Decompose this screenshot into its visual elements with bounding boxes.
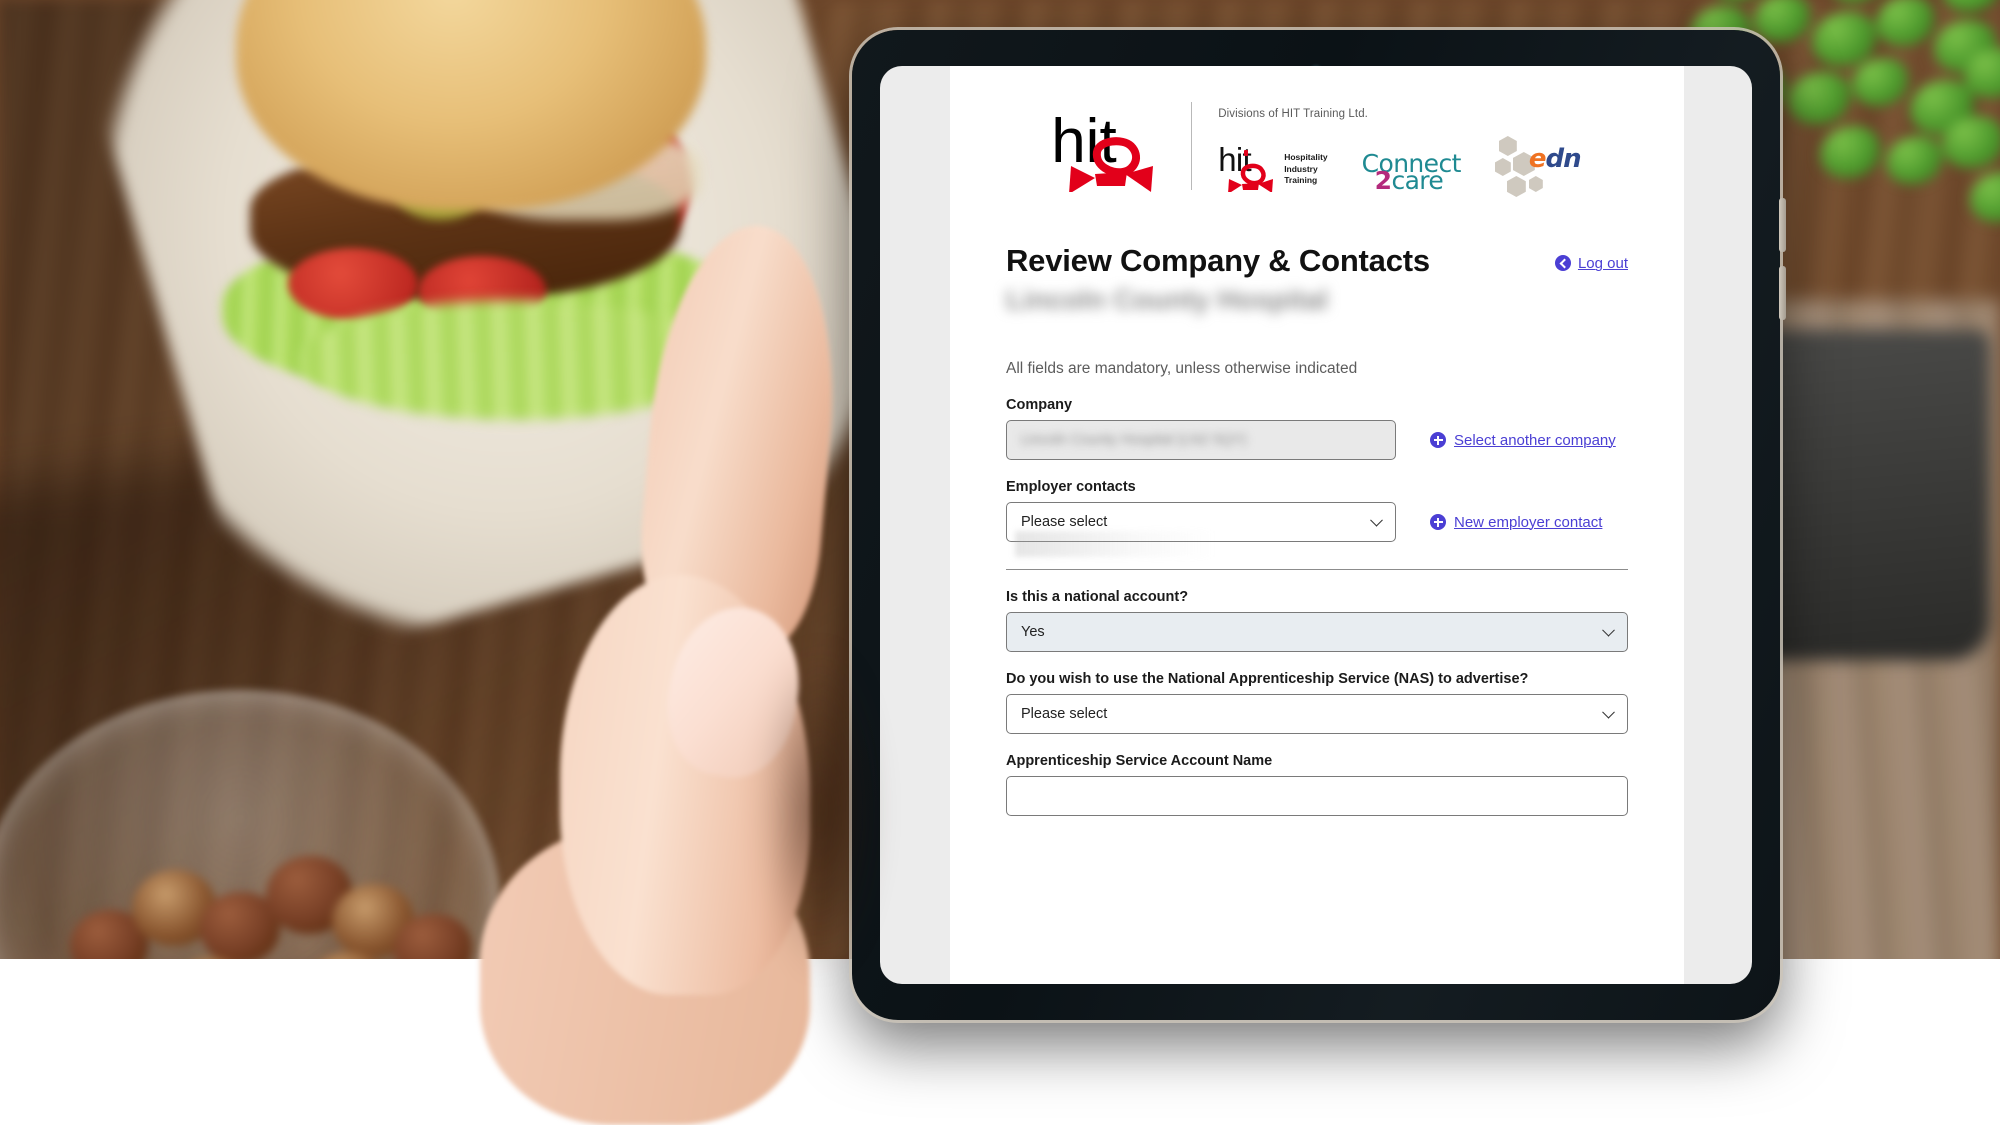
section-divider	[1006, 569, 1628, 570]
edn-hexagon-icon	[1495, 158, 1511, 176]
employer-contacts-field-block: Employer contacts Please select New empl…	[1006, 479, 1628, 542]
divisions-label: Divisions of HIT Training Ltd.	[1218, 108, 1583, 120]
logout-link[interactable]: Log out	[1555, 255, 1628, 272]
connect2care-logo: Connect 2care	[1362, 153, 1461, 192]
brand-logo-row: hit Hospitality	[1218, 132, 1583, 192]
edn-hexagon-icon	[1499, 136, 1517, 156]
new-employer-contact-link[interactable]: New employer contact	[1430, 514, 1602, 531]
employer-contacts-label: Employer contacts	[1006, 479, 1628, 495]
connect2care-part-2: 2	[1375, 166, 1392, 195]
hit-logo-bowtie-icon	[1051, 100, 1169, 192]
company-value-redacted: Lincoln County Hospital (LN2 5QY)	[1021, 432, 1247, 448]
connect2care-part-3: care	[1391, 166, 1443, 195]
hit-tagline-line-2: Industry	[1284, 164, 1327, 175]
employer-contacts-field-row: Please select New employer contact	[1006, 502, 1628, 542]
select-another-company-link[interactable]: Select another company	[1430, 432, 1616, 449]
site-header-logos: hit Divisions of HIT Training Ltd.	[950, 66, 1684, 202]
employer-contacts-select[interactable]: Please select	[1006, 502, 1396, 542]
web-page: hit Divisions of HIT Training Ltd.	[950, 66, 1684, 984]
chevron-down-icon	[1370, 514, 1383, 527]
hit-small-bowtie-icon	[1218, 144, 1280, 192]
back-arrow-icon	[1555, 255, 1571, 271]
national-account-field-block: Is this a national account? Yes	[1006, 589, 1628, 652]
employer-contacts-value: Please select	[1021, 514, 1107, 530]
volume-down-button[interactable]	[1779, 266, 1786, 320]
page-subtitle-redacted: Lincoln County Hospital	[1006, 284, 1336, 316]
logout-label: Log out	[1578, 255, 1628, 272]
chevron-down-icon	[1602, 706, 1615, 719]
hit-logo: hit	[1051, 100, 1169, 192]
company-field-row: Lincoln County Hospital (LN2 5QY) Select…	[1006, 420, 1628, 460]
header-divider	[1191, 102, 1192, 190]
hit-training-logo: hit Hospitality	[1218, 144, 1327, 192]
edn-part-2: dn	[1545, 144, 1580, 174]
plus-icon	[1430, 514, 1446, 530]
hit-tagline-line-3: Training	[1284, 175, 1327, 186]
company-input: Lincoln County Hospital (LN2 5QY)	[1006, 420, 1396, 460]
service-account-name-label: Apprenticeship Service Account Name	[1006, 753, 1628, 769]
tablet-screen: hit Divisions of HIT Training Ltd.	[880, 66, 1752, 984]
nas-advertise-select[interactable]: Please select	[1006, 694, 1628, 734]
thumb-shadow	[760, 645, 880, 975]
page-title: Review Company & Contacts	[1006, 244, 1430, 278]
edn-hexagon-icon	[1529, 176, 1543, 192]
hit-tagline: Hospitality Industry Training	[1284, 152, 1327, 186]
edn-hexagon-icon	[1507, 176, 1526, 197]
nas-advertise-value: Please select	[1021, 706, 1107, 722]
blurred-artifact	[1015, 531, 1215, 557]
page-body: Review Company & Contacts Log out Lincol…	[950, 244, 1684, 856]
tablet-device: hit Divisions of HIT Training Ltd.	[852, 30, 1780, 1020]
hazelnut-pile	[60, 840, 490, 959]
company-label: Company	[1006, 397, 1628, 413]
hit-tagline-line-1: Hospitality	[1284, 152, 1327, 163]
mandatory-fields-note: All fields are mandatory, unless otherwi…	[1006, 360, 1628, 378]
national-account-select[interactable]: Yes	[1006, 612, 1628, 652]
new-employer-contact-label: New employer contact	[1454, 514, 1602, 531]
edn-part-1: e	[1529, 144, 1546, 174]
national-account-value: Yes	[1021, 624, 1045, 640]
national-account-label: Is this a national account?	[1006, 589, 1628, 605]
chevron-down-icon	[1602, 624, 1615, 637]
edn-logo: edn	[1495, 132, 1583, 192]
service-account-name-input[interactable]	[1006, 776, 1628, 816]
nas-advertise-label: Do you wish to use the National Apprenti…	[1006, 671, 1628, 687]
volume-up-button[interactable]	[1779, 198, 1786, 252]
nas-advertise-field-block: Do you wish to use the National Apprenti…	[1006, 671, 1628, 734]
service-account-name-field-block: Apprenticeship Service Account Name	[1006, 753, 1628, 816]
select-another-company-label: Select another company	[1454, 432, 1616, 449]
company-field-block: Company Lincoln County Hospital (LN2 5QY…	[1006, 397, 1628, 460]
title-row: Review Company & Contacts Log out	[1006, 244, 1628, 278]
hand-holding-tablet	[690, 395, 990, 995]
plus-icon	[1430, 432, 1446, 448]
divisions-block: Divisions of HIT Training Ltd. hit	[1218, 108, 1583, 192]
